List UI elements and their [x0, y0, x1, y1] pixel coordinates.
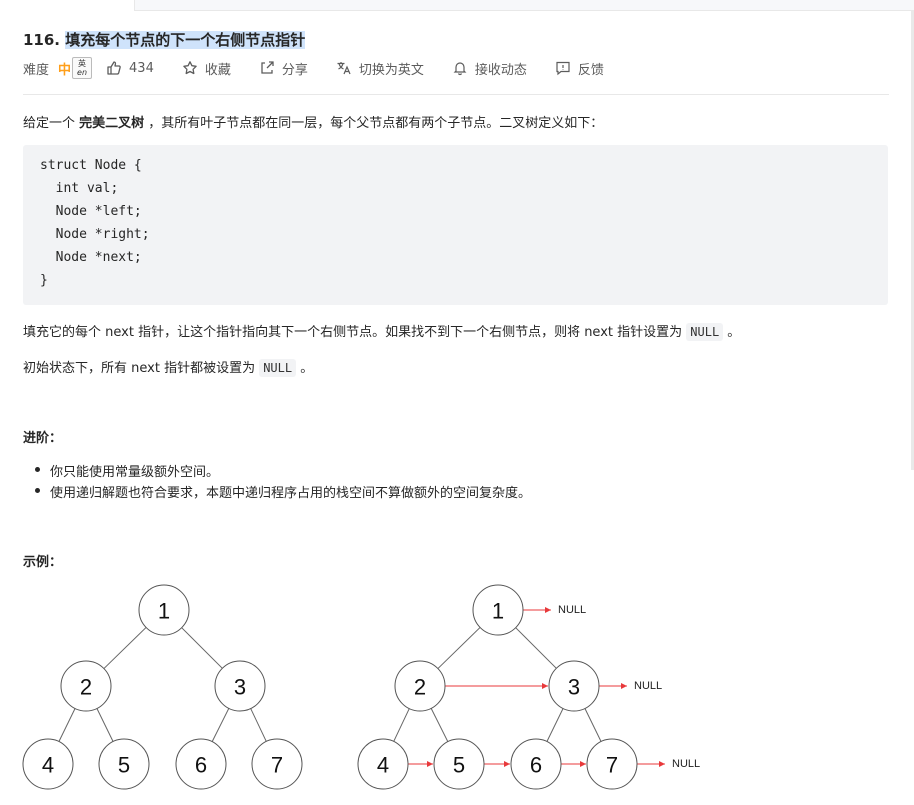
- tree-edge: [211, 708, 230, 742]
- tree-edge: [515, 627, 557, 669]
- favorite-label: 收藏: [204, 62, 231, 78]
- intro-paragraph: 给定一个 完美二叉树 ，其所有叶子节点都在同一层，每个父节点都有两个子节点。二叉…: [23, 112, 603, 131]
- switch-language-label: 切换为英文: [358, 62, 424, 78]
- problem-title: 116. 填充每个节点的下一个右侧节点指针: [23, 29, 306, 50]
- next-pointer-paragraph: 填充它的每个 next 指针，让这个指针指向其下一个右侧节点。如果找不到下一个右…: [23, 321, 741, 341]
- problem-title-text: 填充每个节点的下一个右侧节点指针: [65, 31, 306, 49]
- share-label: 分享: [281, 62, 308, 78]
- intro-suffix: ，其所有叶子节点都在同一层，每个父节点都有两个子节点。二叉树定义如下：: [144, 116, 604, 131]
- tree-edge: [103, 627, 147, 669]
- advanced-list: 你只能使用常量级额外空间。 使用递归解题也符合要求，本题中递归程序占用的栈空间不…: [34, 461, 531, 503]
- tree-edge: [250, 708, 267, 742]
- translate-badge-top: 英: [78, 59, 87, 68]
- tree-node-label: 2: [414, 675, 426, 700]
- like-count: 434: [129, 60, 154, 76]
- tree-edge: [96, 708, 114, 742]
- notify-button[interactable]: 接收动态: [452, 59, 527, 78]
- right-tree: NULL NULL NULL 1 2 3 4 5 6 7: [357, 584, 700, 790]
- tree-node-label: 7: [606, 753, 618, 778]
- tree-edge: [437, 627, 481, 669]
- initial-state-paragraph: 初始状态下，所有 next 指针都被设置为 NULL 。: [23, 357, 314, 377]
- bell-icon: [453, 62, 467, 76]
- favorite-button[interactable]: 收藏: [182, 59, 231, 78]
- para1-suffix: 。: [723, 325, 741, 340]
- switch-language-button[interactable]: 切换为英文: [336, 59, 424, 78]
- tree-edge: [58, 708, 76, 742]
- null-label: NULL: [634, 680, 662, 692]
- example-tree-figure: 1 2 3 4 5 6 7 NULL NULL NULL 1 2 3 4 5 6 7: [22, 584, 700, 790]
- list-item: 你只能使用常量级额外空间。: [34, 461, 531, 482]
- tree-node-label: 1: [492, 599, 504, 624]
- translate-icon: [337, 62, 351, 75]
- notify-label: 接收动态: [474, 62, 527, 78]
- intro-bold: 完美二叉树: [79, 116, 145, 131]
- tree-node-label: 1: [158, 599, 170, 624]
- example-heading: 示例：: [23, 555, 63, 570]
- tree-edge: [546, 708, 564, 742]
- thumb-up-icon: [107, 61, 121, 75]
- tree-edge: [430, 708, 449, 742]
- list-item: 使用递归解题也符合要求，本题中递归程序占用的栈空间不算做额外的空间复杂度。: [34, 482, 531, 503]
- tree-node-label: 3: [234, 675, 246, 700]
- tree-node-label: 2: [80, 675, 92, 700]
- feedback-icon: [556, 61, 570, 76]
- tree-node-label: 4: [377, 753, 389, 778]
- star-icon: [183, 61, 197, 75]
- intro-prefix: 给定一个: [23, 116, 80, 131]
- null-label: NULL: [558, 604, 586, 616]
- para1-prefix: 填充它的每个 next 指针，让这个指针指向其下一个右侧节点。如果找不到下一个右…: [23, 325, 687, 340]
- null-code: NULL: [259, 359, 297, 377]
- like-button[interactable]: 434: [106, 60, 154, 76]
- difficulty-value: 中: [58, 62, 72, 78]
- code-line: Node *next;: [40, 250, 142, 265]
- null-code: NULL: [686, 323, 724, 341]
- para2-suffix: 。: [296, 361, 314, 376]
- code-line: }: [40, 273, 48, 288]
- share-icon: [261, 61, 274, 74]
- tree-edge: [584, 708, 602, 742]
- tree-node-label: 6: [530, 753, 542, 778]
- code-line: int val;: [40, 181, 119, 196]
- tree-node-label: 5: [118, 753, 130, 778]
- tree-node-label: 5: [453, 753, 465, 778]
- left-tree: 1 2 3 4 5 6 7: [22, 584, 303, 790]
- tree-node-label: 3: [568, 675, 580, 700]
- difficulty: 难度 中 英 en: [23, 57, 93, 79]
- top-panel-edge: [134, 0, 914, 11]
- code-block: struct Node { int val; Node *left; Node …: [23, 145, 888, 305]
- code-line: struct Node {: [40, 158, 142, 173]
- problem-meta-bar: 难度 中 英 en 434 收藏 分享 切换为英文 接收动态 反馈: [23, 57, 883, 79]
- para2-prefix: 初始状态下，所有 next 指针都被设置为: [23, 361, 260, 376]
- tree-node-label: 4: [42, 753, 54, 778]
- translate-badge-bottom: en: [77, 68, 88, 77]
- tree-node-label: 6: [195, 753, 207, 778]
- tree-node-label: 7: [271, 753, 283, 778]
- problem-number: 116.: [23, 31, 61, 49]
- translate-badge-icon[interactable]: 英 en: [72, 57, 93, 79]
- feedback-label: 反馈: [577, 62, 604, 78]
- difficulty-label: 难度: [23, 62, 50, 78]
- code-line: Node *right;: [40, 227, 150, 242]
- null-label: NULL: [672, 758, 700, 770]
- code-line: Node *left;: [40, 204, 142, 219]
- feedback-button[interactable]: 反馈: [555, 59, 604, 78]
- header-divider: [23, 94, 889, 95]
- tree-edge: [393, 708, 410, 742]
- tree-edge: [181, 627, 223, 669]
- share-button[interactable]: 分享: [259, 59, 308, 78]
- advanced-heading: 进阶：: [23, 431, 63, 446]
